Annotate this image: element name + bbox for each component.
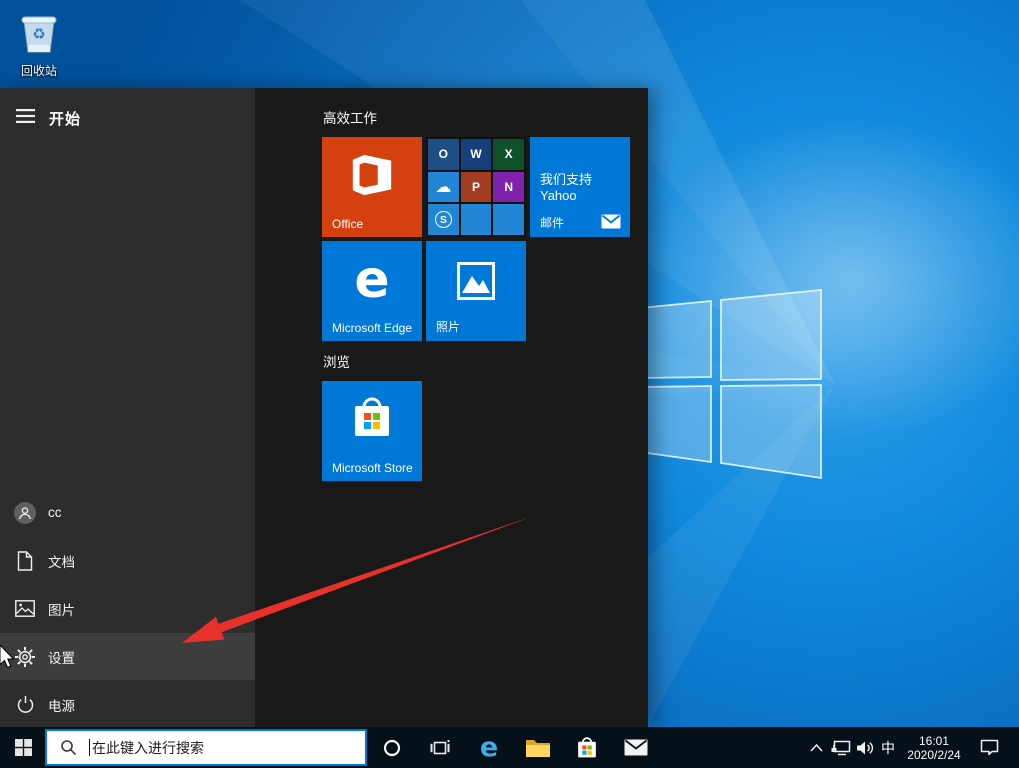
start-menu: 开始 cc 文档 (0, 88, 648, 727)
document-icon (16, 551, 34, 571)
chevron-up-icon (810, 744, 823, 752)
sidebar-item-label: 电源 (48, 695, 75, 715)
app-cell-onedrive: ☁ (428, 172, 459, 203)
store-bag-icon (351, 393, 393, 443)
expand-menu-button[interactable] (8, 100, 42, 132)
clock-time: 16:01 (919, 734, 949, 748)
tile-label: 邮件 (540, 214, 564, 231)
start-menu-tiles-panel: 高效工作 Office O W X ☁ P N S (255, 88, 648, 727)
speaker-icon (856, 740, 874, 756)
folder-icon (525, 737, 551, 758)
cortana-button[interactable] (369, 727, 415, 768)
tile-label: Office (332, 217, 363, 231)
tile-mail[interactable]: 我们支持 Yahoo 邮件 (530, 137, 630, 237)
tile-photos[interactable]: 照片 (426, 241, 526, 341)
action-center-icon (980, 739, 999, 756)
mail-taskbar-button[interactable] (613, 727, 659, 768)
mail-tile-status-text: 我们支持 Yahoo (540, 169, 630, 203)
app-cell-outlook: O (428, 139, 459, 170)
app-cell-skype: S (428, 204, 459, 235)
app-cell-powerpoint: P (461, 172, 492, 203)
clock-date: 2020/2/24 (907, 748, 960, 762)
start-button[interactable] (0, 727, 46, 768)
store-taskbar-button[interactable] (564, 727, 610, 768)
edge-icon: e (480, 732, 498, 763)
svg-text:♻: ♻ (32, 26, 45, 43)
sidebar-item-pictures[interactable]: 图片 (0, 585, 255, 632)
taskbar-clock[interactable]: 16:01 2020/2/24 (899, 727, 969, 768)
recycle-bin-icon: ♻ (16, 10, 62, 56)
mail-envelope-icon (601, 214, 621, 229)
store-icon (576, 735, 598, 761)
start-menu-title: 开始 (49, 108, 81, 129)
tile-office[interactable]: Office (322, 137, 422, 237)
app-cell-onenote: N (493, 172, 524, 203)
edge-logo-icon: e (322, 249, 422, 311)
recycle-bin-label: 回收站 (10, 62, 68, 79)
app-cell-excel: X (493, 139, 524, 170)
sidebar-item-label: 图片 (48, 599, 75, 619)
photos-icon (457, 262, 495, 300)
taskbar: 在此键入进行搜索 e (0, 727, 1019, 768)
start-menu-left-panel: 开始 cc 文档 (0, 88, 255, 727)
screen: ♻ 回收站 开始 cc (0, 0, 1019, 768)
sidebar-item-power[interactable]: 电源 (0, 681, 255, 728)
task-view-button[interactable] (417, 727, 463, 768)
sidebar-item-documents[interactable]: 文档 (0, 537, 255, 584)
tile-microsoft-edge[interactable]: e Microsoft Edge (322, 241, 422, 341)
volume-tray-button[interactable] (854, 727, 876, 768)
tile-microsoft-store[interactable]: Microsoft Store (322, 381, 422, 481)
search-icon (60, 739, 77, 756)
file-explorer-button[interactable] (515, 727, 561, 768)
edge-taskbar-button[interactable]: e (466, 727, 512, 768)
app-cell-word: W (461, 139, 492, 170)
tile-label: 照片 (436, 318, 460, 335)
hamburger-icon (16, 109, 35, 123)
sidebar-item-label: 文档 (48, 551, 75, 571)
tray-expand-button[interactable] (806, 727, 826, 768)
network-icon (831, 739, 851, 756)
tile-label: Microsoft Edge (332, 321, 412, 335)
taskbar-search-input[interactable]: 在此键入进行搜索 (45, 729, 367, 766)
windows-logo-icon (15, 739, 32, 756)
task-view-icon (430, 739, 451, 757)
tile-label: Microsoft Store (332, 461, 413, 475)
search-placeholder: 在此键入进行搜索 (92, 738, 204, 758)
app-cell-empty (493, 204, 524, 235)
tile-office-apps-folder[interactable]: O W X ☁ P N S (426, 137, 526, 237)
sidebar-item-label: cc (48, 505, 62, 520)
user-avatar (14, 502, 36, 524)
action-center-button[interactable] (974, 727, 1004, 768)
pictures-icon (15, 600, 35, 617)
app-cell-empty (461, 204, 492, 235)
recycle-bin[interactable]: ♻ 回收站 (10, 10, 68, 79)
power-icon (16, 695, 35, 714)
sidebar-item-settings[interactable]: 设置 (0, 633, 255, 680)
gear-icon (15, 647, 35, 667)
network-tray-button[interactable] (829, 727, 853, 768)
tile-group-label-productivity: 高效工作 (323, 107, 377, 127)
text-caret (89, 739, 90, 756)
user-icon (18, 506, 32, 520)
tile-group-label-browse: 浏览 (323, 351, 350, 371)
mail-icon (624, 739, 648, 756)
office-logo-icon (349, 153, 395, 199)
sidebar-item-label: 设置 (48, 647, 75, 667)
ime-indicator[interactable]: 中 (877, 727, 899, 768)
sidebar-item-user[interactable]: cc (0, 489, 255, 536)
cortana-circle-icon (383, 739, 401, 757)
